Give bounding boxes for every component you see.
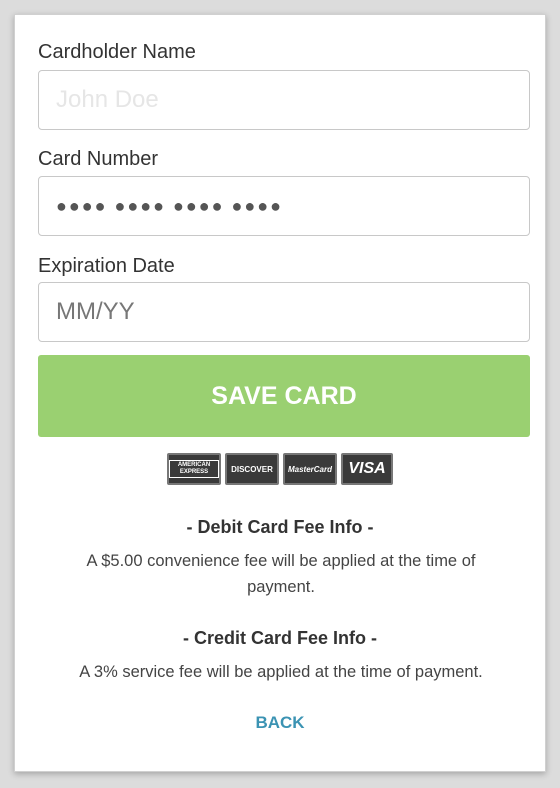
visa-logo-icon: VISA	[341, 453, 393, 485]
expiration-date-label: Expiration Date	[38, 255, 175, 277]
back-link[interactable]: BACK	[15, 713, 545, 733]
discover-logo-icon: DISCOVER	[225, 453, 279, 485]
debit-fee-text: A $5.00 convenience fee will be applied …	[86, 552, 476, 596]
card-number-field[interactable]: ●●●● ●●●● ●●●● ●●●●	[38, 176, 530, 236]
expiration-date-input[interactable]	[39, 283, 529, 341]
save-card-button[interactable]: SAVE CARD	[38, 355, 530, 437]
card-number-masked: ●●●● ●●●● ●●●● ●●●●	[56, 196, 283, 216]
debit-fee-title: - Debit Card Fee Info -	[186, 517, 374, 537]
cardholder-name-field[interactable]	[38, 70, 530, 130]
credit-fee-title: - Credit Card Fee Info -	[182, 628, 377, 648]
card-number-label: Card Number	[38, 148, 159, 170]
cardholder-name-input[interactable]	[39, 71, 529, 129]
expiration-date-field[interactable]	[38, 282, 530, 342]
card-logos: AMERICAN EXPRESS DISCOVER MasterCard VIS…	[15, 453, 545, 485]
amex-logo-icon: AMERICAN EXPRESS	[167, 453, 221, 485]
payment-card-form: Cardholder Name Card Number ●●●● ●●●● ●●…	[14, 14, 546, 772]
mastercard-logo-icon: MasterCard	[283, 453, 337, 485]
cardholder-name-label: Cardholder Name	[38, 41, 196, 63]
credit-fee-text: A 3% service fee will be applied at the …	[79, 663, 483, 681]
